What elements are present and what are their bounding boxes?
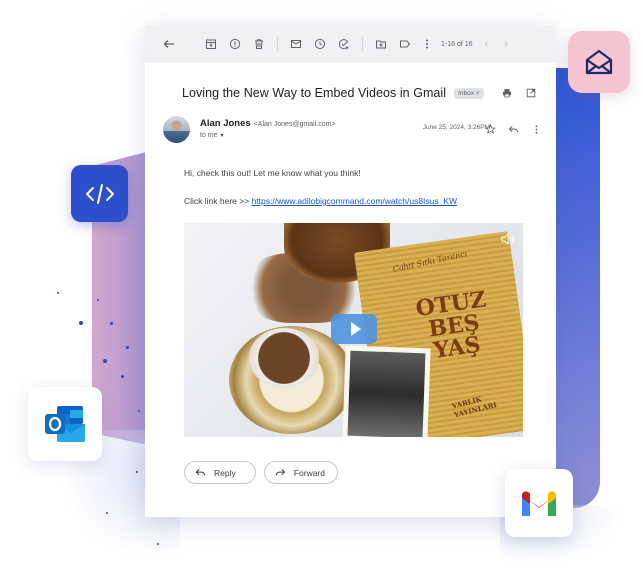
reply-label: Reply: [214, 467, 236, 478]
thumbnail-photo: [342, 345, 431, 437]
email-date: June 25, 2024, 3:26PM: [422, 124, 490, 131]
code-icon: [85, 183, 114, 204]
sender-name-line: Alan Jones <Alan Jones@gmail.com>: [200, 118, 336, 129]
forward-button[interactable]: Forward: [264, 461, 338, 484]
outlook-logo: [45, 406, 85, 442]
reply-icon[interactable]: [508, 122, 519, 140]
toolbar-divider: [362, 37, 363, 51]
reply-icon: [195, 468, 206, 475]
report-spam-icon[interactable]: [227, 36, 243, 52]
link-prefix: Click link here >>: [184, 196, 252, 206]
reply-button[interactable]: Reply: [184, 461, 256, 484]
sender-email: <Alan Jones@gmail.com>: [253, 121, 336, 128]
gmail-logo: [522, 491, 556, 516]
volume-icon[interactable]: [501, 232, 515, 246]
outlook-badge: [28, 387, 102, 461]
email-window: 1-16 of 16 ‹ › Loving the New Way to Emb…: [145, 25, 556, 517]
inbox-label-chip[interactable]: Inbox ×: [454, 87, 484, 99]
open-envelope-badge: [568, 31, 630, 93]
email-body-link-line: Click link here >> https://www.adilobigc…: [184, 196, 457, 206]
sender-name: Alan Jones: [200, 118, 251, 129]
back-arrow-icon[interactable]: [161, 36, 177, 52]
more-options-icon[interactable]: [419, 36, 435, 52]
print-icon[interactable]: [502, 85, 512, 103]
email-action-buttons: Reply Forward: [184, 461, 338, 484]
forward-label: Forward: [293, 467, 325, 478]
pager-count: 1-16 of 16: [441, 40, 473, 48]
previous-page-button[interactable]: ‹: [485, 38, 489, 50]
video-link[interactable]: https://www.adilobigcommand.com/watch/us…: [252, 196, 458, 206]
chevron-down-icon: ▾: [220, 133, 224, 139]
archive-icon[interactable]: [203, 36, 219, 52]
delete-icon[interactable]: [251, 36, 267, 52]
mark-unread-icon[interactable]: [288, 36, 304, 52]
sender-row: Alan Jones <Alan Jones@gmail.com> to me ▾ …: [163, 116, 542, 146]
snooze-icon[interactable]: [312, 36, 328, 52]
move-to-icon[interactable]: [373, 36, 389, 52]
forward-icon: [275, 468, 286, 475]
sender-avatar[interactable]: [163, 116, 190, 143]
gmail-badge: [505, 469, 573, 537]
open-in-new-window-icon[interactable]: [526, 85, 536, 103]
email-toolbar: 1-16 of 16 ‹ ›: [145, 25, 556, 63]
add-task-icon[interactable]: [336, 36, 352, 52]
subject-row: Loving the New Way to Embed Videos in Gm…: [182, 83, 536, 103]
open-envelope-icon: [585, 49, 613, 75]
play-icon: [350, 322, 361, 336]
label-icon[interactable]: [397, 36, 413, 52]
thumbnail-coffee-cup: [249, 328, 319, 388]
email-body-text: Hi, check this out! Let me know what you…: [184, 168, 361, 178]
email-subject: Loving the New Way to Embed Videos in Gm…: [182, 86, 447, 100]
star-icon[interactable]: [485, 122, 496, 140]
code-embed-badge: [71, 165, 128, 222]
next-page-button[interactable]: ›: [504, 38, 508, 50]
recipient-label: to me: [200, 132, 218, 139]
recipient-details-toggle[interactable]: to me ▾: [200, 132, 224, 139]
play-button[interactable]: [331, 314, 377, 344]
more-options-icon[interactable]: [531, 122, 542, 140]
embedded-video[interactable]: Cahit Sıtkı Tarancı OTUZ BEŞ YAŞ VARLIK …: [184, 223, 523, 437]
toolbar-divider: [277, 37, 278, 51]
